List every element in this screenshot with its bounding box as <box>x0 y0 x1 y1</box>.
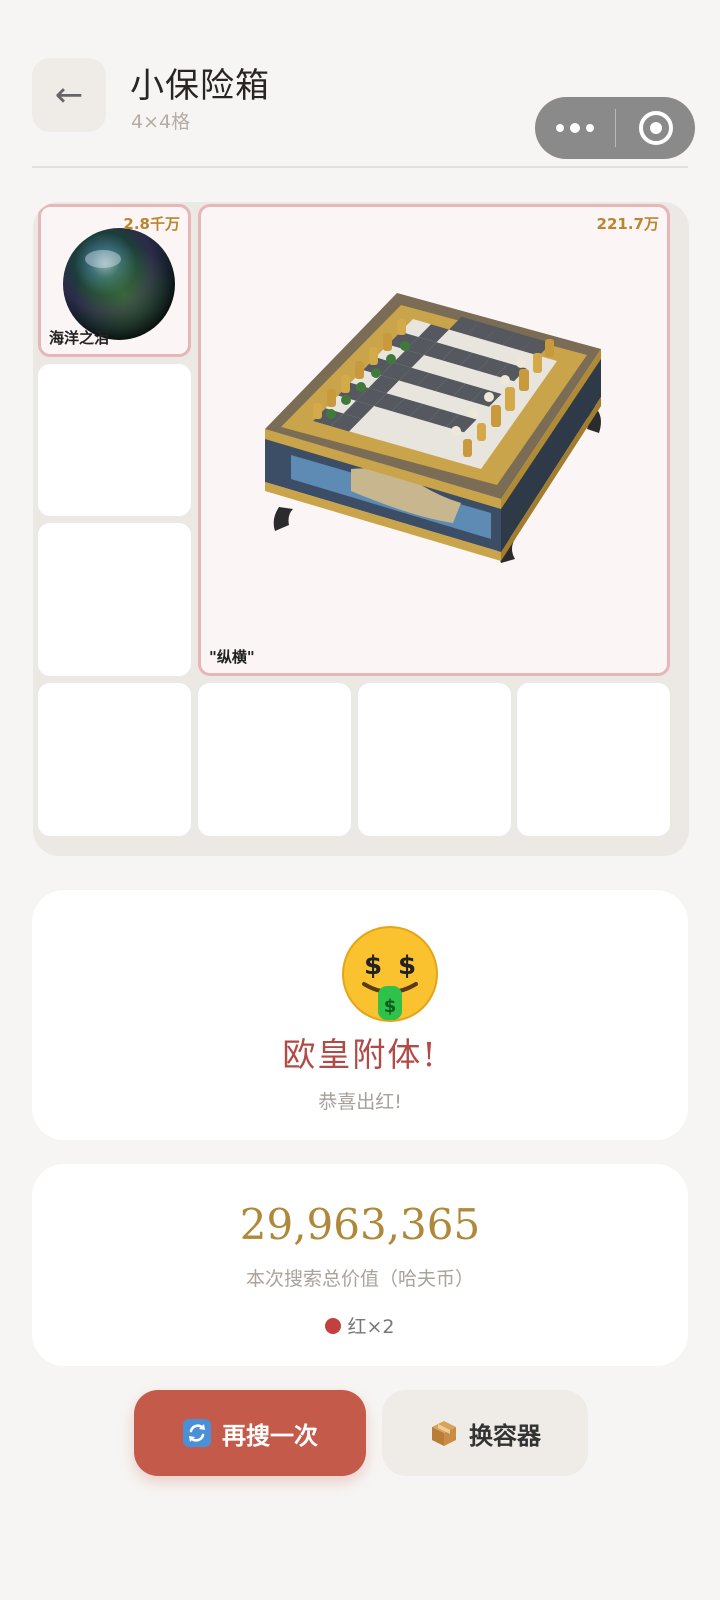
back-button[interactable]: ← <box>32 58 106 132</box>
page-subtitle: 4×4格 <box>131 111 191 133</box>
back-arrow-icon: ← <box>54 75 84 115</box>
close-mini-program-button[interactable] <box>616 97 695 159</box>
red-dot-icon <box>325 1317 342 1334</box>
total-value-card: 29,963,365 本次搜索总价值（哈夫币） 红×2 <box>32 1164 688 1366</box>
empty-cell <box>38 523 191 676</box>
item-name: "纵横" <box>209 648 255 666</box>
svg-text:$: $ <box>398 951 416 981</box>
mini-program-capsule <box>535 97 695 159</box>
page-title: 小保险箱 <box>130 66 270 106</box>
item-price: 2.8千万 <box>123 215 180 233</box>
change-container-button[interactable]: 换容器 <box>382 1390 588 1476</box>
empty-cell <box>38 364 191 516</box>
result-card: $ $ $ 欧皇附体! 恭喜出红! <box>32 890 688 1140</box>
empty-cell <box>517 683 670 836</box>
grid-item-chess-set[interactable]: 221.7万 "纵横" <box>198 204 670 676</box>
container-grid: 2.8千万 海洋之泪 221.7万 "纵横" <box>33 202 689 856</box>
grid-item-ocean-tear[interactable]: 2.8千万 海洋之泪 <box>38 204 191 357</box>
item-price: 221.7万 <box>596 215 659 233</box>
money-mouth-face-icon: $ $ $ <box>340 924 440 1024</box>
empty-cell <box>358 683 511 836</box>
package-icon <box>429 1418 459 1448</box>
chess-set-image <box>265 293 601 563</box>
more-menu-button[interactable] <box>535 97 615 159</box>
result-title: 欧皇附体! <box>282 1035 438 1074</box>
red-item-count: 红×2 <box>32 1312 688 1339</box>
change-container-label: 换容器 <box>469 1421 541 1450</box>
total-value: 29,963,365 <box>239 1200 481 1249</box>
search-again-label: 再搜一次 <box>222 1421 318 1450</box>
total-value-label: 本次搜索总价值（哈夫币） <box>245 1268 474 1290</box>
empty-cell <box>198 683 351 836</box>
header-divider <box>32 166 688 168</box>
refresh-icon <box>182 1418 212 1448</box>
svg-text:$: $ <box>384 996 397 1017</box>
red-count-label: 红×2 <box>347 1316 395 1338</box>
target-circle-icon <box>638 111 673 145</box>
result-subtitle: 恭喜出红! <box>318 1091 402 1113</box>
empty-cell <box>38 683 191 836</box>
svg-text:$: $ <box>364 951 382 981</box>
item-name: 海洋之泪 <box>49 329 110 347</box>
more-dots-icon <box>556 124 564 132</box>
search-again-button[interactable]: 再搜一次 <box>134 1390 366 1476</box>
